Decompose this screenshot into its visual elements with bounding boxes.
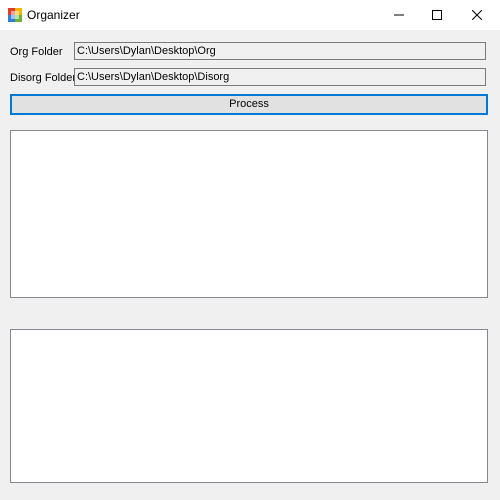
- organizer-window: Organizer Org Folder C:\Users\Dylan\Desk…: [0, 0, 500, 500]
- app-icon: [8, 8, 22, 22]
- disorg-folder-field[interactable]: C:\Users\Dylan\Desktop\Disorg: [74, 68, 486, 86]
- process-button[interactable]: Process: [10, 94, 488, 115]
- title-bar[interactable]: Organizer: [0, 0, 500, 30]
- minimize-icon: [394, 14, 404, 16]
- close-icon: [472, 10, 482, 20]
- maximize-icon: [432, 10, 442, 20]
- org-folder-label: Org Folder: [10, 46, 63, 58]
- disorg-folder-label: Disorg Folder: [10, 72, 77, 84]
- close-button[interactable]: [454, 0, 500, 30]
- window-title: Organizer: [27, 8, 80, 22]
- disorg-list-panel[interactable]: [10, 329, 488, 483]
- org-folder-field[interactable]: C:\Users\Dylan\Desktop\Org: [74, 42, 486, 60]
- org-list-panel[interactable]: [10, 130, 488, 298]
